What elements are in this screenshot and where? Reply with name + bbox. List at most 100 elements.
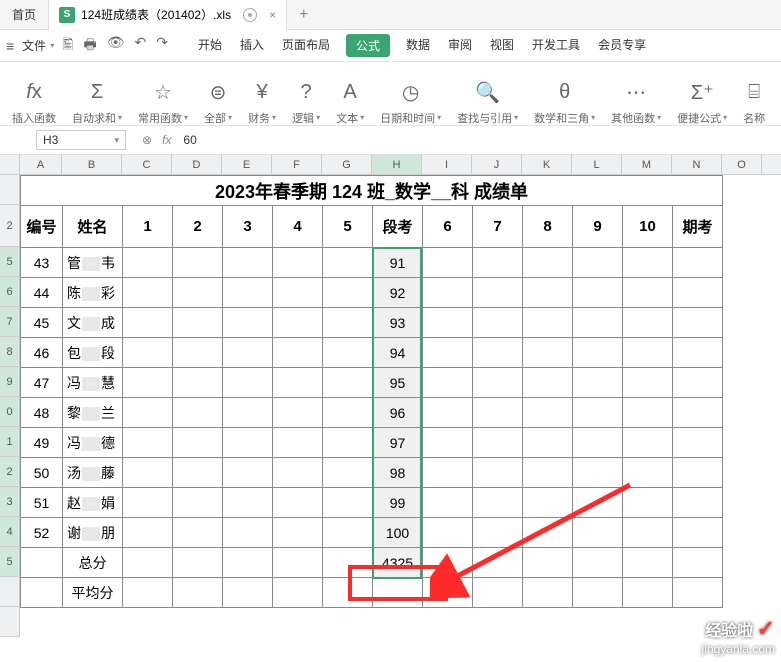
row-header[interactable]: 0 [0,397,19,427]
text-icon: A [343,79,356,107]
row-header[interactable]: 1 [0,427,19,457]
tab-file[interactable]: S 124班成绩表（201402）.xls × [49,0,287,30]
hdr-9: 9 [573,206,623,248]
formula-input[interactable]: 60 [177,133,775,147]
row-header[interactable] [0,607,19,637]
tab-data[interactable]: 数据 [404,34,432,57]
hdr-2: 2 [173,206,223,248]
ribbon-insert-fn[interactable]: fx插入函数 [4,66,64,126]
row-header[interactable]: 4 [0,517,19,547]
hdr-3: 3 [223,206,273,248]
col-header-D[interactable]: D [172,155,222,174]
row-header[interactable]: 5 [0,547,19,577]
ribbon-lookup[interactable]: 🔍查找与引用▾ [449,66,526,126]
col-header-H[interactable]: H [372,155,422,174]
file-name: 124班成绩表（201402）.xls [81,6,231,23]
quick-access-toolbar: 🖺 🖶 👁 ↶ ↷ [62,34,168,58]
hdr-bianhao: 编号 [21,206,63,248]
tab-member[interactable]: 会员专享 [596,34,648,57]
col-header-A[interactable]: A [20,155,62,174]
total-label: 总分 [63,548,123,578]
row-header[interactable]: 7 [0,307,19,337]
hdr-xingming: 姓名 [63,206,123,248]
col-header-M[interactable]: M [622,155,672,174]
fx-label[interactable]: fx [162,133,171,147]
undo-icon[interactable]: ↶ [134,34,146,58]
col-header-C[interactable]: C [122,155,172,174]
table-row: 52谢朋100 [21,518,723,548]
row-header[interactable]: 6 [0,277,19,307]
col-header-K[interactable]: K [522,155,572,174]
col-header-E[interactable]: E [222,155,272,174]
title-bar: 首页 S 124班成绩表（201402）.xls × + [0,0,781,30]
ribbon-autosum[interactable]: Σ自动求和▾ [64,66,130,126]
hdr-qikao: 期考 [673,206,723,248]
ribbon-text[interactable]: A文本▾ [328,66,372,126]
tab-insert[interactable]: 插入 [238,34,266,57]
ribbon-datetime[interactable]: ◷日期和时间▾ [372,66,449,126]
table-row: 49冯德97 [21,428,723,458]
col-header-B[interactable]: B [62,155,122,174]
tab-home[interactable]: 首页 [0,0,49,30]
sigma-icon: Σ [91,79,103,107]
ribbon-other-fn[interactable]: ⋯其他函数▾ [603,66,669,126]
ribbon-names[interactable]: ⌸名称 [735,66,773,126]
ribbon-math[interactable]: θ数学和三角▾ [526,66,603,126]
col-header-L[interactable]: L [572,155,622,174]
clock-icon: ◷ [402,79,419,107]
fx-icon: fx [26,79,42,107]
money-icon: ¥ [256,79,267,107]
tab-pagelayout[interactable]: 页面布局 [280,34,332,57]
tab-devtools[interactable]: 开发工具 [530,34,582,57]
col-header-F[interactable]: F [272,155,322,174]
tab-close-icon[interactable]: × [269,8,276,22]
row-header[interactable]: 8 [0,337,19,367]
watermark: 经验啦 ✓ jingyanla.com [702,616,775,656]
row-header[interactable]: 2 [0,457,19,487]
cancel-icon[interactable]: ⊗ [142,133,152,147]
row-header[interactable] [0,577,19,607]
menu-bar: ≡ 文件▾ 🖺 🖶 👁 ↶ ↷ 开始 插入 页面布局 公式 数据 审阅 视图 开… [0,30,781,62]
tab-review[interactable]: 审阅 [446,34,474,57]
print-icon[interactable]: 🖶 [83,34,96,58]
col-header-I[interactable]: I [422,155,472,174]
table-title: 2023年春季期 124 班_数学__科 成绩单 [21,176,723,206]
row-header[interactable]: 5 [0,247,19,277]
hamburger-icon[interactable]: ≡ [6,38,14,54]
tab-view[interactable]: 视图 [488,34,516,57]
table-row: 43管韦91 [21,248,723,278]
table-row: 50汤藤98 [21,458,723,488]
col-header-O[interactable]: O [722,155,762,174]
ribbon-quick-formula[interactable]: Σ⁺便捷公式▾ [669,66,735,126]
name-box[interactable]: H3 ▾ [36,130,126,150]
file-menu[interactable]: 文件▾ [22,37,54,54]
table-row: 45文成93 [21,308,723,338]
col-header-N[interactable]: N [672,155,722,174]
col-header-G[interactable]: G [322,155,372,174]
col-header-J[interactable]: J [472,155,522,174]
name-box-value: H3 [43,133,58,147]
cells-area[interactable]: 2023年春季期 124 班_数学__科 成绩单 编号 姓名 1 2 3 4 5… [20,175,723,637]
lookup-icon: 🔍 [475,79,500,107]
table-row: 47冯慧95 [21,368,723,398]
row-header[interactable]: 9 [0,367,19,397]
row-header[interactable] [0,175,19,205]
save-icon[interactable]: 🖺 [62,34,73,58]
score-table: 2023年春季期 124 班_数学__科 成绩单 编号 姓名 1 2 3 4 5… [20,175,723,608]
row-header[interactable]: 3 [0,487,19,517]
ribbon: fx插入函数 Σ自动求和▾ ☆常用函数▾ ⊜全部▾ ¥财务▾ ?逻辑▾ A文本▾… [0,62,781,126]
ribbon-all[interactable]: ⊜全部▾ [196,66,240,126]
select-all-corner[interactable] [0,155,20,174]
hdr-5: 5 [323,206,373,248]
preview-icon[interactable]: 👁 [107,34,125,58]
new-tab-button[interactable]: + [287,6,320,24]
ribbon-financial[interactable]: ¥财务▾ [240,66,284,126]
row-header[interactable]: 2 [0,205,19,247]
logic-icon: ? [301,79,312,107]
avg-row: 平均分 [21,578,723,608]
tab-start[interactable]: 开始 [196,34,224,57]
redo-icon[interactable]: ↷ [156,34,168,58]
tab-formula[interactable]: 公式 [346,34,390,57]
ribbon-logical[interactable]: ?逻辑▾ [284,66,328,126]
ribbon-common-fn[interactable]: ☆常用函数▾ [130,66,196,126]
